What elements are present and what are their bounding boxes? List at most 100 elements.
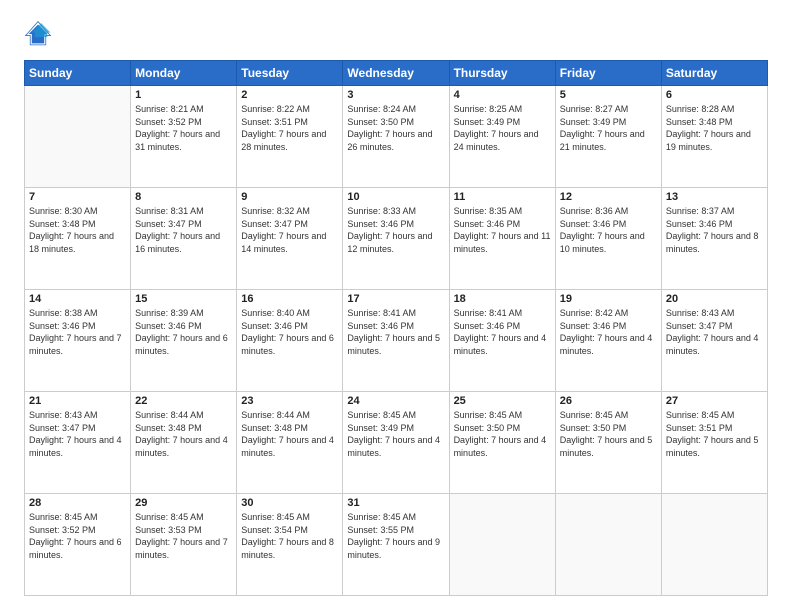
day-number: 16 <box>241 293 338 305</box>
day-info: Sunrise: 8:25 AMSunset: 3:49 PMDaylight:… <box>454 103 551 153</box>
day-number: 13 <box>666 191 763 203</box>
calendar-cell: 11Sunrise: 8:35 AMSunset: 3:46 PMDayligh… <box>449 188 555 290</box>
calendar-cell: 26 Sunrise: 8:45 AMSunset: 3:50 PMDayligh… <box>555 392 661 494</box>
calendar-cell <box>661 494 767 596</box>
day-number: 3 <box>347 89 444 101</box>
day-info: Sunrise: 8:28 AMSunset: 3:48 PMDaylight:… <box>666 103 763 153</box>
day-info: Sunrise: 8:41 AMSunset: 3:46 PMDaylight:… <box>347 307 444 357</box>
calendar-cell: 23 Sunrise: 8:44 AMSunset: 3:48 PMDayligh… <box>237 392 343 494</box>
day-info: Sunrise: 8:45 AMSunset: 3:55 PMDaylight:… <box>347 511 444 561</box>
day-info: Sunrise: 8:43 AMSunset: 3:47 PMDaylight:… <box>666 307 763 357</box>
day-info: Sunrise: 8:41 AMSunset: 3:46 PMDaylight:… <box>454 307 551 357</box>
calendar-cell: 19 Sunrise: 8:42 AMSunset: 3:46 PMDayligh… <box>555 290 661 392</box>
calendar-cell: 17 Sunrise: 8:41 AMSunset: 3:46 PMDayligh… <box>343 290 449 392</box>
day-info: Sunrise: 8:38 AMSunset: 3:46 PMDaylight:… <box>29 307 126 357</box>
day-number: 17 <box>347 293 444 305</box>
day-info: Sunrise: 8:32 AMSunset: 3:47 PMDaylight:… <box>241 205 338 255</box>
day-number: 26 <box>560 395 657 407</box>
day-info: Sunrise: 8:42 AMSunset: 3:46 PMDaylight:… <box>560 307 657 357</box>
day-number: 5 <box>560 89 657 101</box>
day-number: 19 <box>560 293 657 305</box>
day-info: Sunrise: 8:37 AMSunset: 3:46 PMDaylight:… <box>666 205 763 255</box>
weekday-header-tuesday: Tuesday <box>237 61 343 86</box>
calendar-cell: 25 Sunrise: 8:45 AMSunset: 3:50 PMDayligh… <box>449 392 555 494</box>
day-number: 30 <box>241 497 338 509</box>
day-number: 9 <box>241 191 338 203</box>
calendar-cell: 7 Sunrise: 8:30 AMSunset: 3:48 PMDaylight… <box>25 188 131 290</box>
header <box>24 20 768 48</box>
calendar-cell: 18 Sunrise: 8:41 AMSunset: 3:46 PMDayligh… <box>449 290 555 392</box>
calendar-cell: 9 Sunrise: 8:32 AMSunset: 3:47 PMDaylight… <box>237 188 343 290</box>
logo <box>24 20 56 48</box>
calendar-cell: 1 Sunrise: 8:21 AMSunset: 3:52 PMDaylight… <box>131 86 237 188</box>
day-info: Sunrise: 8:45 AMSunset: 3:50 PMDaylight:… <box>454 409 551 459</box>
day-info: Sunrise: 8:45 AMSunset: 3:52 PMDaylight:… <box>29 511 126 561</box>
day-number: 10 <box>347 191 444 203</box>
day-number: 25 <box>454 395 551 407</box>
day-info: Sunrise: 8:45 AMSunset: 3:51 PMDaylight:… <box>666 409 763 459</box>
calendar-cell: 4 Sunrise: 8:25 AMSunset: 3:49 PMDaylight… <box>449 86 555 188</box>
day-number: 23 <box>241 395 338 407</box>
day-number: 6 <box>666 89 763 101</box>
day-number: 24 <box>347 395 444 407</box>
day-number: 31 <box>347 497 444 509</box>
day-number: 18 <box>454 293 551 305</box>
calendar-cell: 21 Sunrise: 8:43 AMSunset: 3:47 PMDayligh… <box>25 392 131 494</box>
calendar-cell: 13 Sunrise: 8:37 AMSunset: 3:46 PMDayligh… <box>661 188 767 290</box>
weekday-header-thursday: Thursday <box>449 61 555 86</box>
day-info: Sunrise: 8:43 AMSunset: 3:47 PMDaylight:… <box>29 409 126 459</box>
day-number: 27 <box>666 395 763 407</box>
page: SundayMondayTuesdayWednesdayThursdayFrid… <box>0 0 792 612</box>
day-number: 7 <box>29 191 126 203</box>
calendar-cell: 16 Sunrise: 8:40 AMSunset: 3:46 PMDayligh… <box>237 290 343 392</box>
day-info: Sunrise: 8:40 AMSunset: 3:46 PMDaylight:… <box>241 307 338 357</box>
week-row-4: 21 Sunrise: 8:43 AMSunset: 3:47 PMDayligh… <box>25 392 768 494</box>
calendar-cell: 5 Sunrise: 8:27 AMSunset: 3:49 PMDaylight… <box>555 86 661 188</box>
day-info: Sunrise: 8:39 AMSunset: 3:46 PMDaylight:… <box>135 307 232 357</box>
week-row-3: 14 Sunrise: 8:38 AMSunset: 3:46 PMDayligh… <box>25 290 768 392</box>
day-info: Sunrise: 8:44 AMSunset: 3:48 PMDaylight:… <box>241 409 338 459</box>
day-number: 29 <box>135 497 232 509</box>
weekday-header-row: SundayMondayTuesdayWednesdayThursdayFrid… <box>25 61 768 86</box>
day-number: 14 <box>29 293 126 305</box>
calendar-cell: 2Sunrise: 8:22 AMSunset: 3:51 PMDaylight… <box>237 86 343 188</box>
day-number: 22 <box>135 395 232 407</box>
day-info: Sunrise: 8:27 AMSunset: 3:49 PMDaylight:… <box>560 103 657 153</box>
day-info: Sunrise: 8:33 AMSunset: 3:46 PMDaylight:… <box>347 205 444 255</box>
calendar-cell: 29 Sunrise: 8:45 AMSunset: 3:53 PMDayligh… <box>131 494 237 596</box>
weekday-header-monday: Monday <box>131 61 237 86</box>
day-info: Sunrise: 8:24 AMSunset: 3:50 PMDaylight:… <box>347 103 444 153</box>
day-info: Sunrise: 8:44 AMSunset: 3:48 PMDaylight:… <box>135 409 232 459</box>
weekday-header-friday: Friday <box>555 61 661 86</box>
calendar-cell: 24Sunrise: 8:45 AMSunset: 3:49 PMDayligh… <box>343 392 449 494</box>
calendar-cell: 8Sunrise: 8:31 AMSunset: 3:47 PMDaylight… <box>131 188 237 290</box>
day-info: Sunrise: 8:21 AMSunset: 3:52 PMDaylight:… <box>135 103 232 153</box>
day-number: 28 <box>29 497 126 509</box>
weekday-header-saturday: Saturday <box>661 61 767 86</box>
calendar-cell: 10 Sunrise: 8:33 AMSunset: 3:46 PMDayligh… <box>343 188 449 290</box>
day-info: Sunrise: 8:36 AMSunset: 3:46 PMDaylight:… <box>560 205 657 255</box>
day-number: 8 <box>135 191 232 203</box>
day-number: 1 <box>135 89 232 101</box>
day-number: 4 <box>454 89 551 101</box>
calendar-cell <box>449 494 555 596</box>
calendar-cell: 12Sunrise: 8:36 AMSunset: 3:46 PMDayligh… <box>555 188 661 290</box>
calendar-cell: 22 Sunrise: 8:44 AMSunset: 3:48 PMDayligh… <box>131 392 237 494</box>
day-info: Sunrise: 8:45 AMSunset: 3:54 PMDaylight:… <box>241 511 338 561</box>
day-info: Sunrise: 8:45 AMSunset: 3:50 PMDaylight:… <box>560 409 657 459</box>
calendar-cell: 15 Sunrise: 8:39 AMSunset: 3:46 PMDayligh… <box>131 290 237 392</box>
calendar-cell: 27 Sunrise: 8:45 AMSunset: 3:51 PMDayligh… <box>661 392 767 494</box>
day-number: 21 <box>29 395 126 407</box>
calendar-cell <box>555 494 661 596</box>
logo-icon <box>24 20 52 48</box>
day-number: 11 <box>454 191 551 203</box>
calendar-cell <box>25 86 131 188</box>
day-info: Sunrise: 8:45 AMSunset: 3:53 PMDaylight:… <box>135 511 232 561</box>
day-info: Sunrise: 8:30 AMSunset: 3:48 PMDaylight:… <box>29 205 126 255</box>
calendar-cell: 30 Sunrise: 8:45 AMSunset: 3:54 PMDayligh… <box>237 494 343 596</box>
day-number: 15 <box>135 293 232 305</box>
week-row-1: 1 Sunrise: 8:21 AMSunset: 3:52 PMDaylight… <box>25 86 768 188</box>
calendar-cell: 14 Sunrise: 8:38 AMSunset: 3:46 PMDayligh… <box>25 290 131 392</box>
day-number: 2 <box>241 89 338 101</box>
calendar-table: SundayMondayTuesdayWednesdayThursdayFrid… <box>24 60 768 596</box>
